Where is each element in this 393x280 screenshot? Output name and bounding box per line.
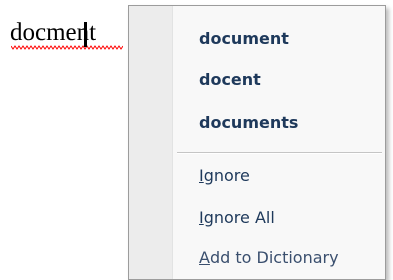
suggestion-item-docent[interactable]: docent [173, 59, 384, 99]
suggestion-label: documents [199, 112, 299, 132]
access-key: A [199, 247, 210, 267]
spelling-error-underline [11, 45, 123, 50]
add-to-dictionary-menu-item[interactable]: Add to Dictionary [173, 237, 384, 277]
text-cursor [84, 22, 87, 47]
suggestion-item-document[interactable]: document [173, 18, 384, 58]
menu-item-label: dd to Dictionary [209, 247, 339, 267]
ignore-menu-item[interactable]: Ignore [173, 155, 384, 195]
suggestion-label: document [199, 28, 289, 48]
menu-item-label: gnore All [203, 207, 275, 227]
suggestion-label: docent [199, 69, 261, 89]
spellcheck-context-menu: document docent documents Ignore Ignore … [128, 5, 386, 280]
menu-icon-gutter [129, 6, 173, 279]
menu-item-label: gnore [203, 165, 250, 185]
ignore-all-menu-item[interactable]: Ignore All [173, 197, 384, 237]
menu-separator [177, 152, 382, 154]
suggestion-item-documents[interactable]: documents [173, 102, 384, 142]
